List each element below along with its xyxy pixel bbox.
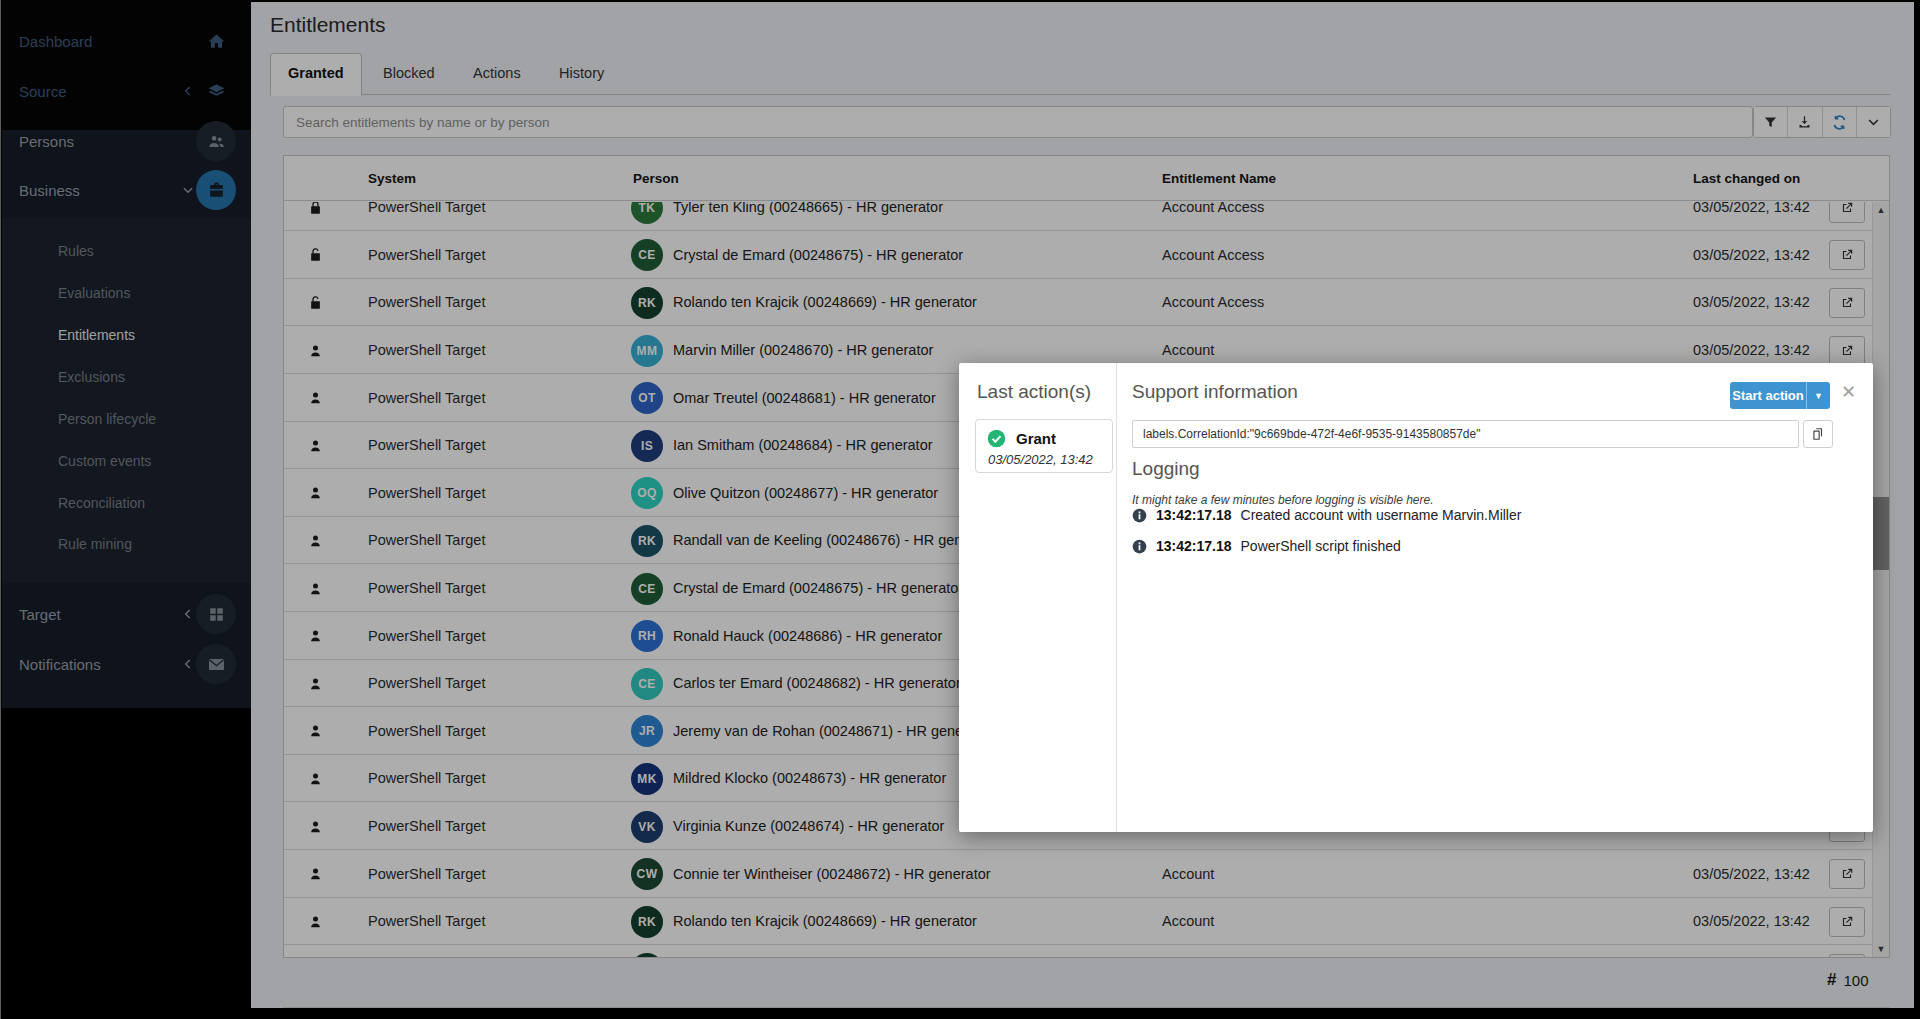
logging-title: Logging <box>1132 458 1200 480</box>
log-entry: 13:42:17.18 Created account with usernam… <box>1132 507 1521 523</box>
info-icon <box>1132 539 1147 554</box>
success-check-icon <box>987 429 1006 448</box>
last-actions-title: Last action(s) <box>977 381 1091 403</box>
log-time: 13:42:17.18 <box>1156 538 1232 554</box>
copy-icon <box>1811 427 1825 441</box>
last-action-card[interactable]: Grant 03/05/2022, 13:42 <box>975 419 1113 473</box>
close-icon[interactable]: ✕ <box>1841 383 1856 401</box>
action-date: 03/05/2022, 13:42 <box>988 452 1093 467</box>
log-message: PowerShell script finished <box>1241 538 1401 554</box>
start-action-caret[interactable]: ▼ <box>1806 382 1830 409</box>
start-action-label: Start action <box>1730 388 1806 403</box>
log-message: Created account with username Marvin.Mil… <box>1241 507 1522 523</box>
copy-button[interactable] <box>1803 420 1833 448</box>
log-entry: 13:42:17.18 PowerShell script finished <box>1132 538 1401 554</box>
logging-note: It might take a few minutes before loggi… <box>1132 493 1434 507</box>
log-time: 13:42:17.18 <box>1156 507 1232 523</box>
correlation-id-input[interactable] <box>1132 420 1799 448</box>
last-actions-panel: Last action(s) Grant 03/05/2022, 13:42 <box>959 363 1117 832</box>
entitlement-detail-popup: Last action(s) Grant 03/05/2022, 13:42 S… <box>959 363 1873 832</box>
start-action-button[interactable]: Start action ▼ <box>1730 382 1830 409</box>
info-icon <box>1132 508 1147 523</box>
support-information-title: Support information <box>1132 381 1298 403</box>
action-name: Grant <box>1016 430 1056 447</box>
